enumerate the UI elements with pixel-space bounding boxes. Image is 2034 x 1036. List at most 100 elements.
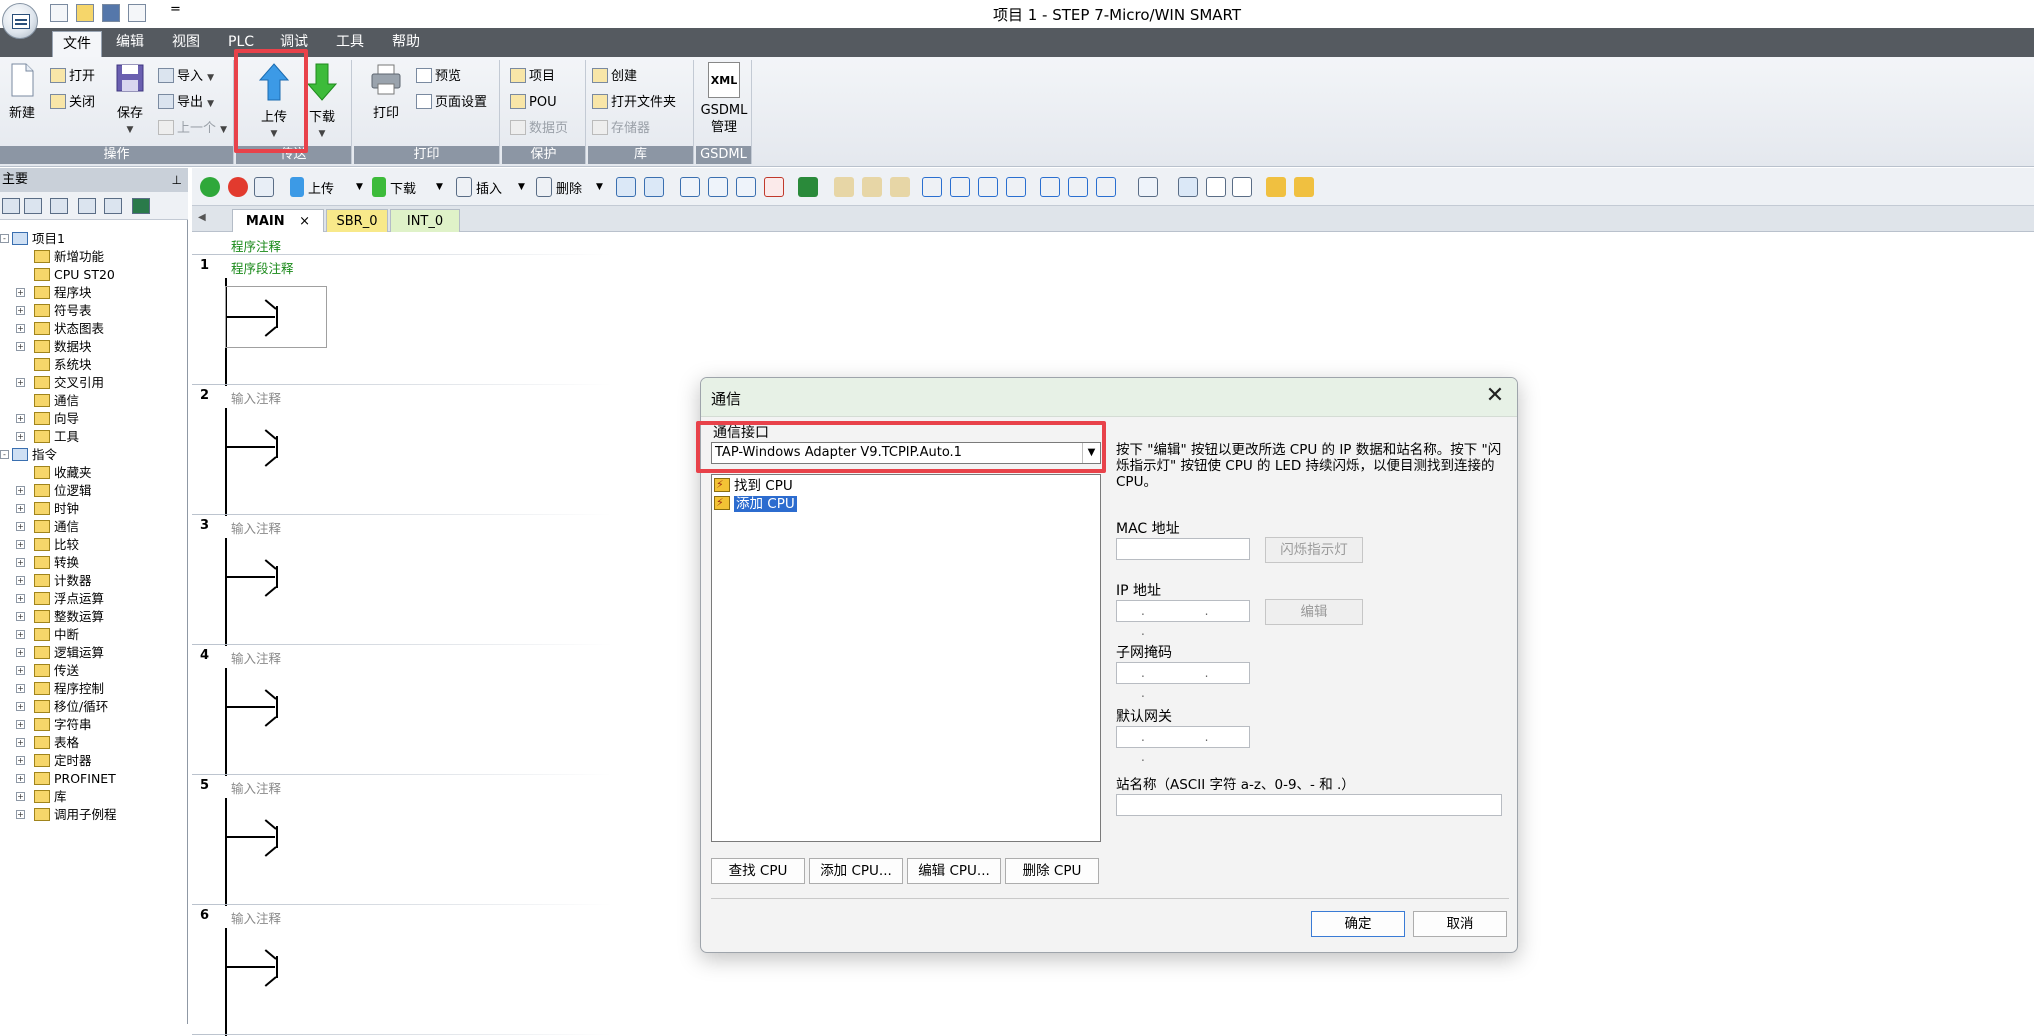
protect-project-button[interactable]: 项目 (510, 66, 555, 88)
tab-tools[interactable]: 工具 (326, 28, 374, 57)
run-icon[interactable] (200, 177, 220, 197)
save-dropdown-icon[interactable]: ▼ (127, 125, 134, 135)
coil-icon[interactable] (1068, 177, 1088, 197)
checklist-icon[interactable] (1232, 177, 1252, 197)
toolbar-upload-dropdown-icon[interactable]: ▼ (356, 182, 363, 192)
compile-icon[interactable] (254, 177, 274, 197)
contact-icon[interactable] (1040, 177, 1060, 197)
create-library-button[interactable]: 创建 (592, 66, 637, 88)
export-program-icon[interactable] (798, 177, 818, 197)
edit-ip-button[interactable]: 编辑 (1265, 599, 1363, 625)
network-1[interactable]: 1 程序段注释 (192, 256, 612, 386)
tree-view-icon[interactable] (2, 198, 20, 214)
settings-tool-icon[interactable] (1294, 177, 1314, 197)
subnet-mask-field[interactable]: . . . (1116, 662, 1250, 700)
list-view-icon[interactable] (24, 198, 42, 214)
tab-view[interactable]: 视图 (162, 28, 210, 57)
delete-button[interactable]: 删除 (556, 178, 582, 197)
expand-icon[interactable]: + (16, 792, 25, 801)
add-cpu-button[interactable]: 添加 CPU... (809, 858, 903, 884)
station-name-field[interactable] (1116, 794, 1502, 816)
preview-button[interactable]: 预览 (416, 66, 461, 88)
network-4[interactable]: 4 输入注释 (192, 646, 612, 776)
chart-view-icon[interactable] (104, 198, 122, 214)
expand-icon[interactable]: + (16, 630, 25, 639)
symbol-view-icon[interactable] (644, 177, 664, 197)
app-menu-button[interactable] (2, 3, 38, 39)
list-item-find-cpu[interactable]: 找到 CPU (714, 476, 793, 495)
save-button[interactable]: 保存 ▼ (108, 62, 152, 136)
collapse-icon[interactable]: - (0, 450, 9, 459)
flash-led-button[interactable]: 闪烁指示灯 (1265, 537, 1363, 563)
gsdml-manage-button[interactable]: XML GSDML 管理 (700, 62, 748, 136)
lock-icon[interactable] (834, 177, 854, 197)
expand-icon[interactable]: + (16, 540, 25, 549)
expand-icon[interactable]: + (16, 342, 25, 351)
network-2[interactable]: 2 输入注释 (192, 386, 612, 516)
expand-icon[interactable]: + (16, 756, 25, 765)
expand-icon[interactable]: + (16, 612, 25, 621)
branch-up-icon[interactable] (950, 177, 970, 197)
expand-icon[interactable]: + (16, 810, 25, 819)
tab-file[interactable]: 文件 (52, 31, 102, 57)
program-comment[interactable]: 程序注释 (231, 236, 281, 255)
expand-icon[interactable]: + (16, 522, 25, 531)
ok-button[interactable]: 确定 (1311, 911, 1405, 937)
protect-icon[interactable] (890, 177, 910, 197)
next-bookmark-icon[interactable] (708, 177, 728, 197)
toolbar-upload-button[interactable]: 上传 (308, 178, 334, 197)
prev-bookmark-icon[interactable] (736, 177, 756, 197)
dialog-close-button[interactable]: ✕ (1481, 383, 1509, 411)
new-button[interactable]: 新建 (0, 62, 44, 121)
expand-icon[interactable]: + (16, 594, 25, 603)
unlock-icon[interactable] (862, 177, 882, 197)
expand-icon[interactable]: + (16, 414, 25, 423)
previous-button[interactable]: 上一个 ▼ (158, 118, 227, 140)
download-dropdown-icon[interactable]: ▼ (319, 129, 326, 139)
key-tool-icon[interactable] (1266, 177, 1286, 197)
expand-icon[interactable]: + (16, 648, 25, 657)
network-5[interactable]: 5 输入注释 (192, 776, 612, 906)
tab-main[interactable]: MAIN × (232, 209, 324, 232)
network-3[interactable]: 3 输入注释 (192, 516, 612, 646)
print-button[interactable]: 打印 (364, 62, 408, 121)
tab-edit[interactable]: 编辑 (106, 28, 154, 57)
find-cpu-button[interactable]: 查找 CPU (711, 858, 805, 884)
cancel-button[interactable]: 取消 (1413, 911, 1507, 937)
ip-address-field[interactable]: . . . (1116, 600, 1250, 638)
collapse-icon[interactable]: - (0, 234, 9, 243)
line-up-icon[interactable] (978, 177, 998, 197)
expand-icon[interactable]: + (16, 702, 25, 711)
close-button[interactable]: 关闭 (50, 92, 95, 114)
edit-comment-icon[interactable] (1206, 177, 1226, 197)
open-button[interactable]: 打开 (50, 66, 95, 88)
line-right-icon[interactable] (1006, 177, 1026, 197)
expand-icon[interactable]: + (16, 432, 25, 441)
pin-icon[interactable]: ⊥ (172, 168, 182, 192)
delete-dropdown-icon[interactable]: ▼ (596, 182, 603, 192)
pou-properties-icon[interactable] (1178, 177, 1198, 197)
expand-icon[interactable]: + (16, 666, 25, 675)
network-comment[interactable]: 输入注释 (231, 648, 281, 667)
tab-help[interactable]: 帮助 (382, 28, 430, 57)
export-button[interactable]: 导出 ▼ (158, 92, 214, 114)
insert-button[interactable]: 插入 (476, 178, 502, 197)
tabs-scroll-left-icon[interactable]: ◀ (198, 212, 206, 223)
network-comment[interactable]: 输入注释 (231, 908, 281, 927)
expand-icon[interactable]: + (16, 324, 25, 333)
expand-icon[interactable]: + (16, 306, 25, 315)
expand-icon[interactable]: + (16, 720, 25, 729)
page-view-icon[interactable] (78, 198, 96, 214)
protect-data-page-button[interactable]: 数据页 (510, 118, 568, 140)
network-view-icon[interactable] (616, 177, 636, 197)
toolbar-download-dropdown-icon[interactable]: ▼ (436, 182, 443, 192)
mac-address-field[interactable] (1116, 538, 1250, 560)
expand-icon[interactable]: + (16, 738, 25, 747)
grid-view-icon[interactable] (50, 198, 68, 214)
clear-bookmarks-icon[interactable] (764, 177, 784, 197)
library-memory-button[interactable]: 存储器 (592, 118, 650, 140)
expand-icon[interactable]: + (16, 504, 25, 513)
expand-icon[interactable]: + (16, 288, 25, 297)
branch-down-icon[interactable] (922, 177, 942, 197)
network-6[interactable]: 6 输入注释 (192, 906, 612, 1036)
